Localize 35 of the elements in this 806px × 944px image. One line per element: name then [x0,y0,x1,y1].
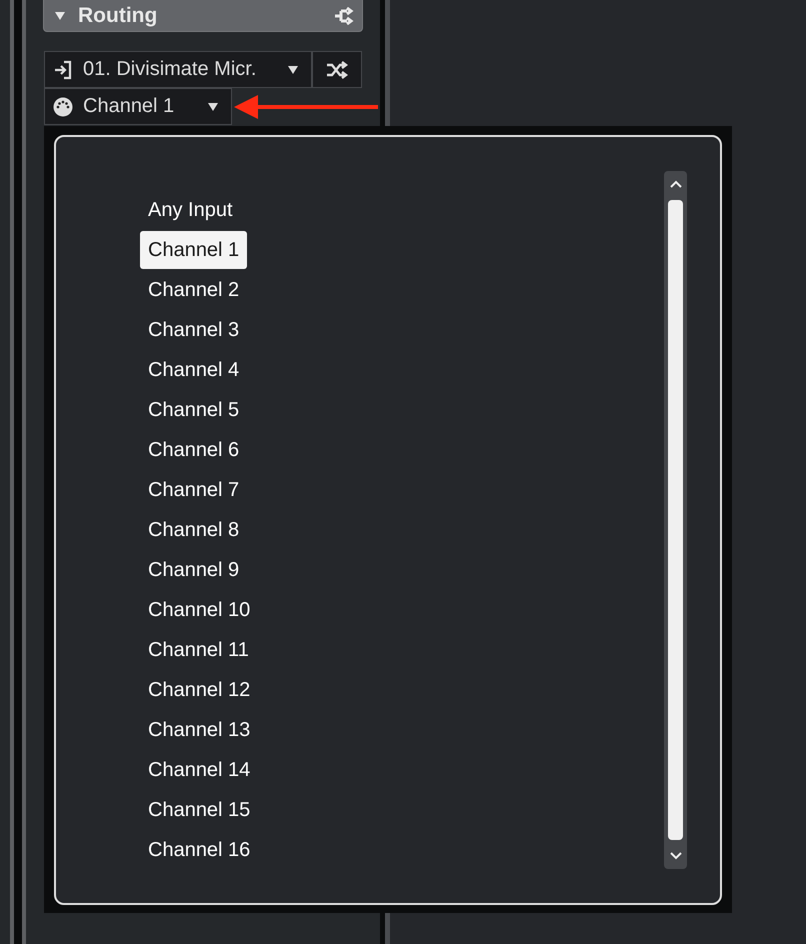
shuffle-icon [326,60,348,78]
menu-item[interactable]: Channel 16 [140,830,258,870]
input-icon [53,60,73,80]
menu-item[interactable]: Channel 6 [140,430,248,470]
scroll-up-icon[interactable] [668,179,682,189]
input-routing-dropdown[interactable]: 01. Divisimate Micr. [44,51,312,88]
menu-item[interactable]: Channel 7 [140,470,248,510]
scroll-thumb[interactable] [668,200,683,840]
menu-item[interactable]: Any Input [140,190,241,230]
menu-item[interactable]: Channel 4 [140,350,248,390]
menu-item[interactable]: Channel 10 [140,590,258,630]
menu-item[interactable]: Channel 1 [140,231,248,269]
menu-item[interactable]: Channel 13 [140,710,258,750]
menu-item[interactable]: Channel 8 [140,510,248,550]
collapse-triangle-icon [54,10,66,20]
section-title: Routing [78,4,158,28]
midi-port-icon [53,96,73,116]
menu-item[interactable]: Channel 12 [140,670,258,710]
scroll-down-icon[interactable] [668,851,682,861]
shuffle-button[interactable] [312,51,362,88]
channel-dropdown[interactable]: Channel 1 [44,88,232,125]
menu-item[interactable]: Channel 14 [140,750,258,790]
menu-item[interactable]: Channel 3 [140,310,248,350]
dropdown-triangle-icon [207,102,219,112]
scrollbar[interactable] [664,171,687,869]
menu-item[interactable]: Channel 5 [140,390,248,430]
menu-item[interactable]: Channel 15 [140,790,258,830]
input-routing-value: 01. Divisimate Micr. [83,58,258,81]
menu-item[interactable]: Channel 9 [140,550,248,590]
dropdown-triangle-icon [287,64,299,74]
menu-item[interactable]: Channel 11 [140,630,257,670]
channel-value: Channel 1 [83,95,176,118]
routing-icon[interactable] [334,6,354,24]
menu-item[interactable]: Channel 2 [140,270,248,310]
section-header[interactable]: Routing [43,0,363,32]
